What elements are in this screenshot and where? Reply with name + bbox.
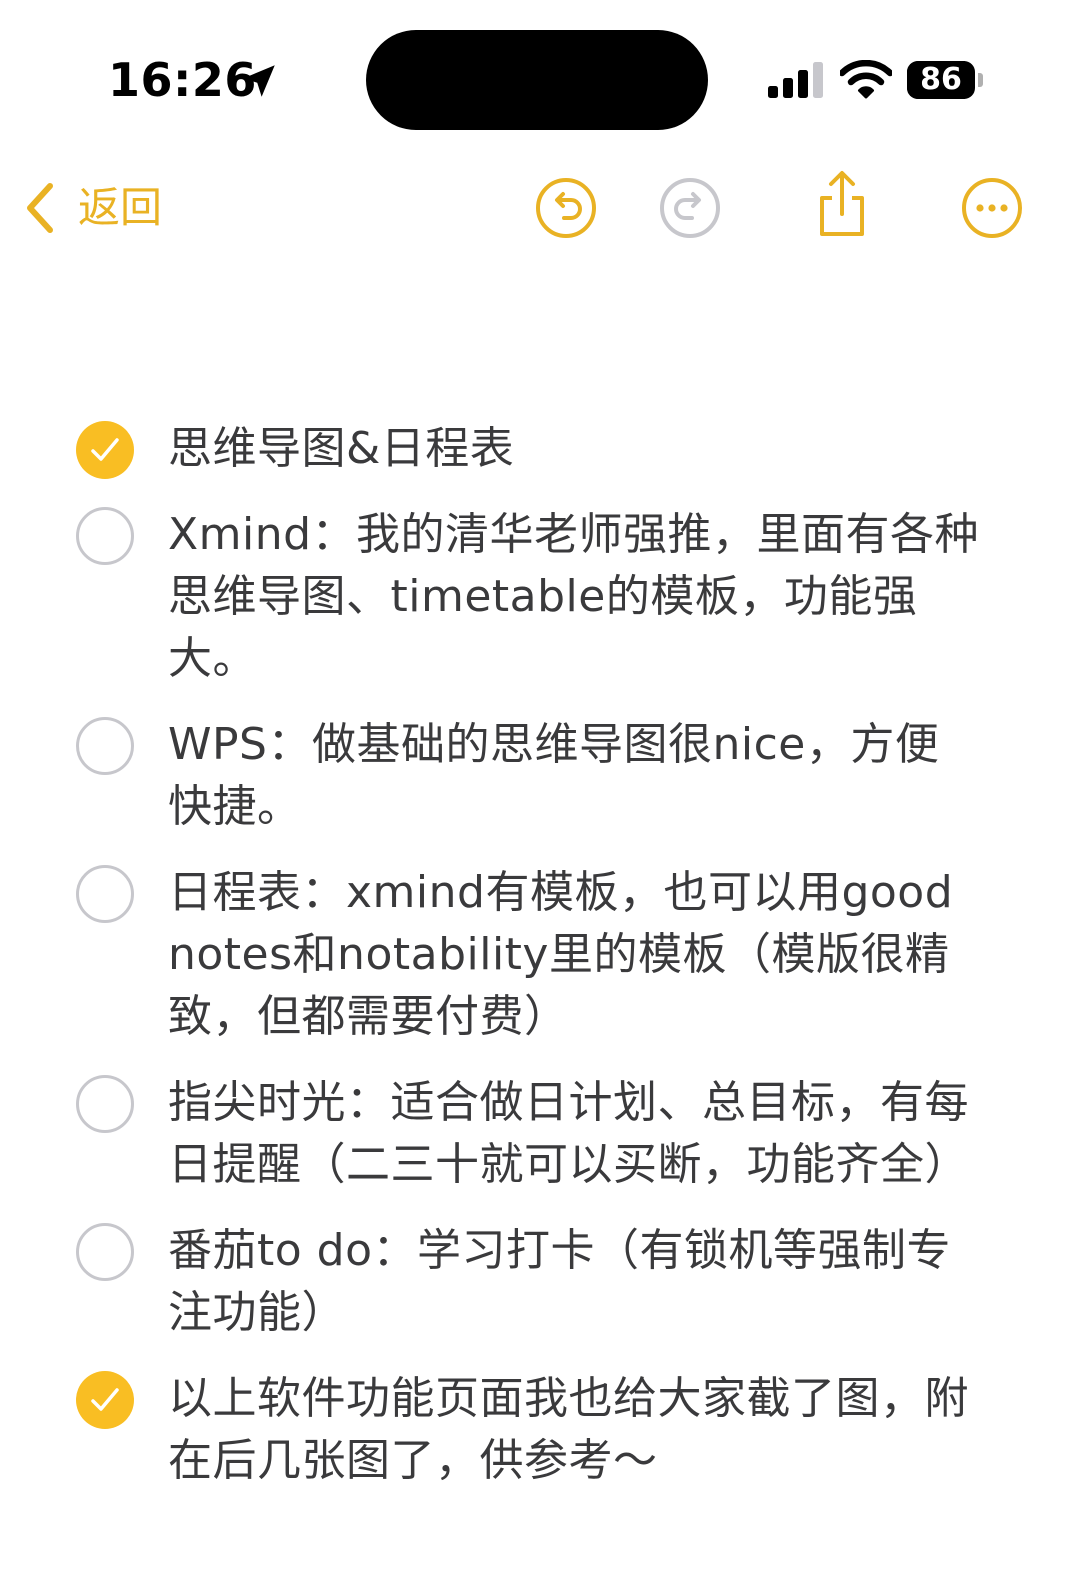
undo-button[interactable] [534,176,598,240]
redo-button[interactable] [658,176,722,240]
checklist-item-text[interactable]: 指尖时光：适合做日计划、总目标，有每日提醒（二三十就可以买断，功能齐全） [168,1072,980,1196]
more-button[interactable] [960,176,1024,240]
share-button[interactable] [810,168,874,240]
status-time: 16:26 [108,53,257,107]
checklist-item-text[interactable]: Xmind：我的清华老师强推，里面有各种思维导图、timetable的模板，功能… [168,504,980,690]
share-icon [820,171,864,236]
checklist-checkbox[interactable] [76,507,134,565]
battery-level: 86 [920,62,962,97]
checklist-item-text[interactable]: 番茄to do：学习打卡（有锁机等强制专注功能） [168,1220,980,1344]
battery-nub [978,73,983,87]
wifi-icon [840,60,892,99]
checklist-checkbox[interactable] [76,1075,134,1133]
checklist-item-text[interactable]: 日程表：xmind有模板，也可以用goodnotes和notability里的模… [168,862,980,1048]
checklist-item-text[interactable]: 以上软件功能页面我也给大家截了图，附在后几张图了，供参考～ [168,1368,980,1492]
checkmark-icon [91,438,119,461]
dynamic-island [366,30,708,130]
checklist-checkbox[interactable] [76,717,134,775]
location-arrow-icon [243,65,275,97]
checklist-item: 番茄to do：学习打卡（有锁机等强制专注功能） [0,1220,1080,1344]
status-bar: 16:26 86 [0,0,1080,150]
redo-icon [660,178,720,238]
checklist-checkbox[interactable] [76,865,134,923]
checklist: 思维导图&日程表 Xmind：我的清华老师强推，里面有各种思维导图、timeta… [0,418,1080,1516]
checkmark-icon [91,1388,119,1411]
checklist-item: WPS：做基础的思维导图很nice，方便快捷。 [0,714,1080,838]
checklist-checkbox-checked[interactable] [76,1371,134,1429]
undo-icon [536,178,596,238]
checklist-item-text[interactable]: WPS：做基础的思维导图很nice，方便快捷。 [168,714,980,838]
more-icon [962,178,1022,238]
checklist-item-text[interactable]: 思维导图&日程表 [168,418,980,480]
cellular-signal-icon [768,62,823,98]
checklist-item: 日程表：xmind有模板，也可以用goodnotes和notability里的模… [0,862,1080,1048]
chevron-left-icon [27,183,53,233]
back-label: 返回 [78,183,163,232]
back-button[interactable]: 返回 [22,176,162,240]
checklist-checkbox-checked[interactable] [76,421,134,479]
notes-toolbar: 返回 [0,150,1080,270]
checklist-checkbox[interactable] [76,1223,134,1281]
checklist-item: 以上软件功能页面我也给大家截了图，附在后几张图了，供参考～ [0,1368,1080,1492]
checklist-item: Xmind：我的清华老师强推，里面有各种思维导图、timetable的模板，功能… [0,504,1080,690]
battery-body: 86 [907,61,975,99]
battery-icon: 86 [907,61,983,99]
checklist-item: 指尖时光：适合做日计划、总目标，有每日提醒（二三十就可以买断，功能齐全） [0,1072,1080,1196]
checklist-item: 思维导图&日程表 [0,418,1080,480]
